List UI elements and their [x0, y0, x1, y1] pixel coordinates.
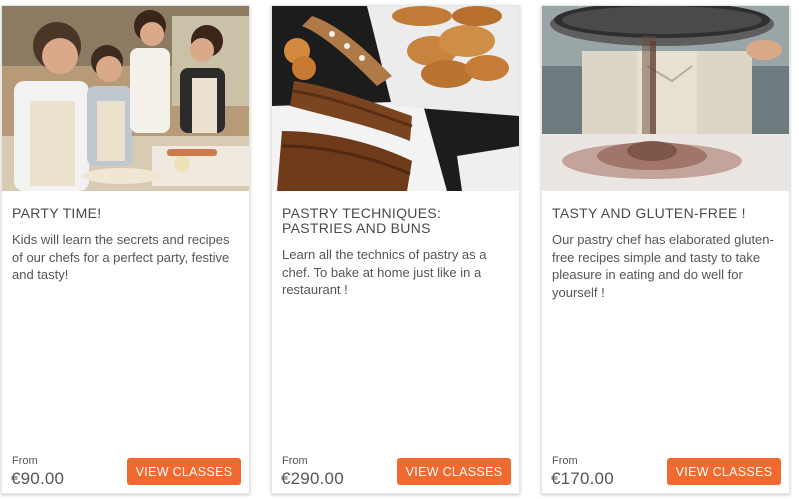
class-card-gluten-free[interactable]: TASTY AND GLUTEN-FREE ! Our pastry chef …: [541, 5, 790, 494]
view-classes-button[interactable]: VIEW CLASSES: [127, 458, 241, 485]
card-price: €90.00: [11, 469, 65, 488]
class-card-party-time[interactable]: PARTY TIME! Kids will learn the secrets …: [1, 5, 250, 494]
card-description: Learn all the technics of pastry as a ch…: [282, 247, 487, 297]
pastries-image: [272, 6, 519, 191]
kids-cooking-image: [2, 6, 249, 191]
view-classes-button[interactable]: VIEW CLASSES: [397, 458, 511, 485]
card-price: €170.00: [551, 469, 614, 488]
price-from-label: From: [282, 455, 308, 467]
card-price: €290.00: [281, 469, 344, 488]
card-description: Kids will learn the secrets and recipes …: [12, 232, 230, 282]
price-from-label: From: [12, 455, 38, 467]
sifting-flour-image: [542, 6, 789, 191]
card-title: PASTRY TECHNIQUES: PASTRIES AND BUNS: [282, 205, 442, 236]
card-description: Our pastry chef has elaborated gluten-fr…: [552, 232, 774, 300]
kids-cooking-photo[interactable]: [2, 6, 249, 191]
card-title: PARTY TIME!: [12, 205, 102, 221]
view-classes-button[interactable]: VIEW CLASSES: [667, 458, 781, 485]
class-cards-grid: PARTY TIME! Kids will learn the secrets …: [0, 0, 799, 499]
card-title: TASTY AND GLUTEN-FREE !: [552, 205, 746, 221]
pastries-photo[interactable]: [272, 6, 519, 191]
sifting-flour-photo[interactable]: [542, 6, 789, 191]
price-from-label: From: [552, 455, 578, 467]
class-card-pastry-techniques[interactable]: PASTRY TECHNIQUES: PASTRIES AND BUNS Lea…: [271, 5, 520, 494]
